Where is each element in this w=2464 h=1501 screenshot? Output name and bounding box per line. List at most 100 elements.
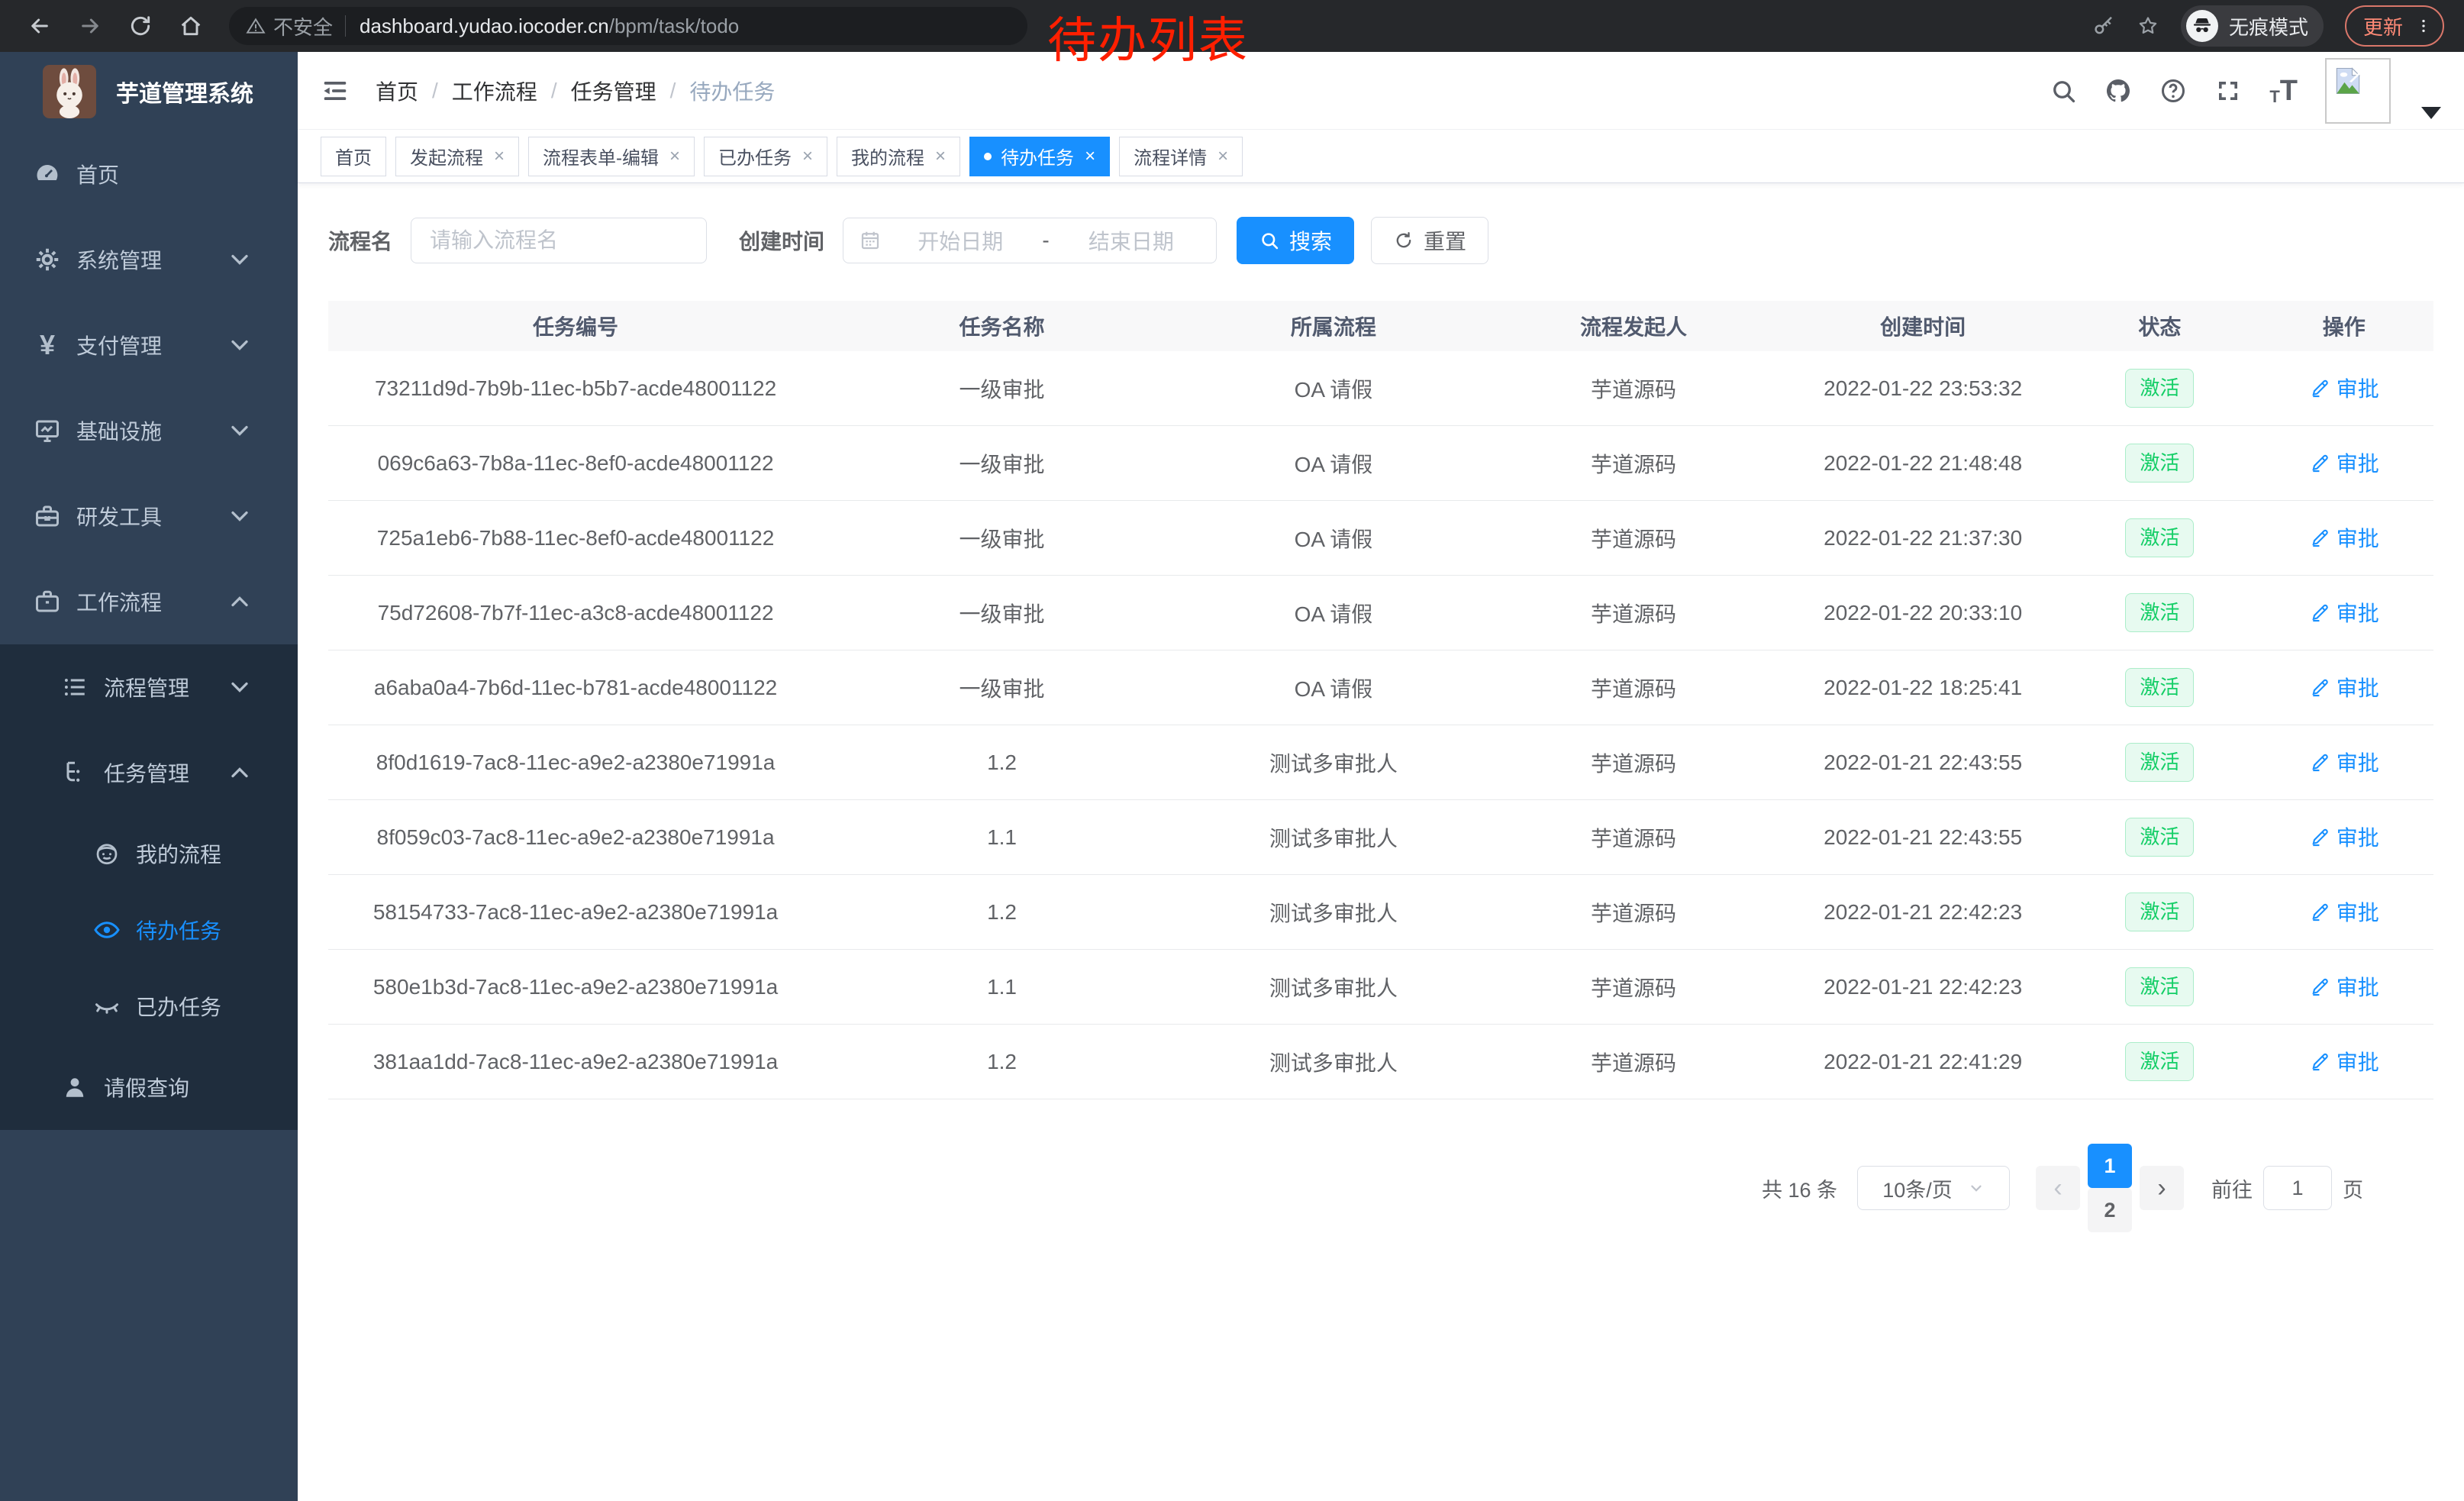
browser-update-button[interactable]: 更新 xyxy=(2345,5,2444,47)
tab-close-icon[interactable]: × xyxy=(935,146,946,167)
browser-menu-dots-icon[interactable] xyxy=(2415,18,2432,34)
browser-home-button[interactable] xyxy=(171,6,211,46)
tab-close-icon[interactable]: × xyxy=(1085,146,1095,167)
end-date-placeholder[interactable]: 结束日期 xyxy=(1053,225,1210,256)
sidebar-item-4[interactable]: 研发工具 xyxy=(0,473,298,559)
cell-task-id: 8f0d1619-7ac8-11ec-a9e2-a2380e71991a xyxy=(328,750,823,775)
breadcrumb-workflow[interactable]: 工作流程 xyxy=(452,76,537,106)
table-row: 8f059c03-7ac8-11ec-a9e2-a2380e71991a1.1测… xyxy=(328,800,2433,875)
sidebar-item-label: 基础设施 xyxy=(76,415,162,446)
approve-action-link[interactable]: 审批 xyxy=(2309,672,2379,702)
pencil-icon xyxy=(2309,976,2330,997)
sidebar-item-8[interactable]: 我的流程 xyxy=(0,815,298,892)
browser-reload-button[interactable] xyxy=(121,6,160,46)
approve-action-link[interactable]: 审批 xyxy=(2309,971,2379,1002)
tab-label: 发起流程 xyxy=(410,143,483,169)
table-row: 580e1b3d-7ac8-11ec-a9e2-a2380e71991a1.1测… xyxy=(328,950,2433,1025)
tab-1[interactable]: 发起流程 × xyxy=(395,137,519,176)
sidebar-item-7[interactable]: 任务管理 xyxy=(0,730,298,815)
github-icon[interactable] xyxy=(2104,77,2132,105)
fullscreen-icon[interactable] xyxy=(2214,77,2242,105)
goto-page-input[interactable] xyxy=(2263,1166,2332,1210)
tab-close-icon[interactable]: × xyxy=(1217,146,1228,167)
url-host: dashboard.yudao.iocoder.cn xyxy=(360,15,609,38)
sidebar-item-label: 任务管理 xyxy=(104,757,189,788)
task-table: 任务编号任务名称所属流程流程发起人创建时间状态操作 73211d9d-7b9b-… xyxy=(328,301,2433,1099)
date-range-picker[interactable]: 开始日期 - 结束日期 xyxy=(843,218,1217,263)
table-header-row: 任务编号任务名称所属流程流程发起人创建时间状态操作 xyxy=(328,301,2433,351)
sidebar-item-10[interactable]: 已办任务 xyxy=(0,968,298,1044)
sidebar-item-9[interactable]: 待办任务 xyxy=(0,892,298,968)
sidebar-item-0[interactable]: 首页 xyxy=(0,131,298,217)
sidebar-item-2[interactable]: ¥支付管理 xyxy=(0,302,298,388)
sidebar-collapse-icon[interactable] xyxy=(321,76,350,105)
header-search-icon[interactable] xyxy=(2050,77,2077,105)
search-form: 流程名 创建时间 开始日期 - 结束日期 搜索 重置 xyxy=(328,217,2433,264)
font-size-icon[interactable]: TT xyxy=(2269,76,2298,105)
address-bar[interactable]: 不安全 dashboard.yudao.iocoder.cn/bpm/task/… xyxy=(229,7,1027,45)
page-size-select[interactable]: 10条/页 xyxy=(1857,1166,2010,1210)
approve-action-link[interactable]: 审批 xyxy=(2309,747,2379,777)
breadcrumb-home[interactable]: 首页 xyxy=(376,76,418,106)
breadcrumb-task-management[interactable]: 任务管理 xyxy=(571,76,656,106)
incognito-badge: 无痕模式 xyxy=(2181,5,2324,47)
dashboard-icon xyxy=(34,160,61,188)
avatar-dropdown-caret[interactable] xyxy=(2421,107,2441,119)
approve-action-link[interactable]: 审批 xyxy=(2309,1046,2379,1077)
sidebar-item-11[interactable]: 请假查询 xyxy=(0,1044,298,1130)
user-avatar[interactable] xyxy=(2325,58,2391,124)
sidebar-item-6[interactable]: 流程管理 xyxy=(0,644,298,730)
next-page-button[interactable]: › xyxy=(2140,1166,2184,1210)
tab-3[interactable]: 已办任务× xyxy=(704,137,827,176)
cell-task-id: 8f059c03-7ac8-11ec-a9e2-a2380e71991a xyxy=(328,825,823,850)
tab-5[interactable]: 待办任务× xyxy=(969,137,1110,176)
approve-action-link[interactable]: 审批 xyxy=(2309,896,2379,927)
process-name-input[interactable] xyxy=(411,218,707,263)
key-icon[interactable] xyxy=(2092,15,2115,37)
chevron-down-icon xyxy=(226,502,253,530)
status-badge: 激活 xyxy=(2125,893,2194,931)
cell-created-time: 2022-01-22 21:48:48 xyxy=(1781,451,2065,476)
column-header-4: 创建时间 xyxy=(1781,311,2065,341)
tab-0[interactable]: 首页 xyxy=(321,137,386,176)
table-row: a6aba0a4-7b6d-11ec-b781-acde48001122一级审批… xyxy=(328,650,2433,725)
approve-action-link[interactable]: 审批 xyxy=(2309,597,2379,628)
tab-close-icon[interactable]: × xyxy=(494,146,505,167)
approve-action-link[interactable]: 审批 xyxy=(2309,522,2379,553)
browser-forward-button[interactable] xyxy=(70,6,110,46)
sidebar-item-label: 系统管理 xyxy=(76,244,162,275)
prev-page-button[interactable]: ‹ xyxy=(2036,1166,2080,1210)
sidebar-item-1[interactable]: 系统管理 xyxy=(0,217,298,302)
page-button-2[interactable]: 2 xyxy=(2088,1188,2132,1232)
app-logo-row[interactable]: 芋道管理系统 xyxy=(0,52,298,131)
pencil-icon xyxy=(2309,901,2330,922)
chevron-down-icon xyxy=(226,246,253,273)
search-button[interactable]: 搜索 xyxy=(1237,217,1354,264)
cell-task-name: 1.2 xyxy=(823,900,1181,925)
page-button-1[interactable]: 1 xyxy=(2088,1144,2132,1188)
tab-6[interactable]: 流程详情× xyxy=(1119,137,1243,176)
status-badge: 激活 xyxy=(2125,444,2194,483)
docs-help-icon[interactable] xyxy=(2159,77,2187,105)
annotation-todo-list-title: 待办列表 xyxy=(1047,2,1249,72)
approve-action-link[interactable]: 审批 xyxy=(2309,373,2379,403)
start-date-placeholder[interactable]: 开始日期 xyxy=(882,225,1039,256)
cell-created-time: 2022-01-21 22:41:29 xyxy=(1781,1050,2065,1074)
sidebar-item-3[interactable]: 基础设施 xyxy=(0,388,298,473)
browser-back-button[interactable] xyxy=(20,6,60,46)
date-range-separator: - xyxy=(1039,228,1052,253)
sidebar-item-5[interactable]: 工作流程 xyxy=(0,559,298,644)
approve-action-link[interactable]: 审批 xyxy=(2309,447,2379,478)
reset-button[interactable]: 重置 xyxy=(1371,217,1488,264)
tab-close-icon[interactable]: × xyxy=(669,146,680,167)
cell-task-id: 75d72608-7b7f-11ec-a3c8-acde48001122 xyxy=(328,601,823,625)
tab-4[interactable]: 我的流程× xyxy=(837,137,960,176)
tab-close-icon[interactable]: × xyxy=(802,146,813,167)
sidebar-item-label: 我的流程 xyxy=(136,838,221,869)
approve-action-link[interactable]: 审批 xyxy=(2309,822,2379,852)
security-label[interactable]: 不安全 xyxy=(273,12,333,40)
bookmark-star-icon[interactable] xyxy=(2137,15,2159,37)
tab-2[interactable]: 流程表单-编辑× xyxy=(528,137,695,176)
cell-task-id: 069c6a63-7b8a-11ec-8ef0-acde48001122 xyxy=(328,451,823,476)
cell-created-time: 2022-01-21 22:43:55 xyxy=(1781,750,2065,775)
